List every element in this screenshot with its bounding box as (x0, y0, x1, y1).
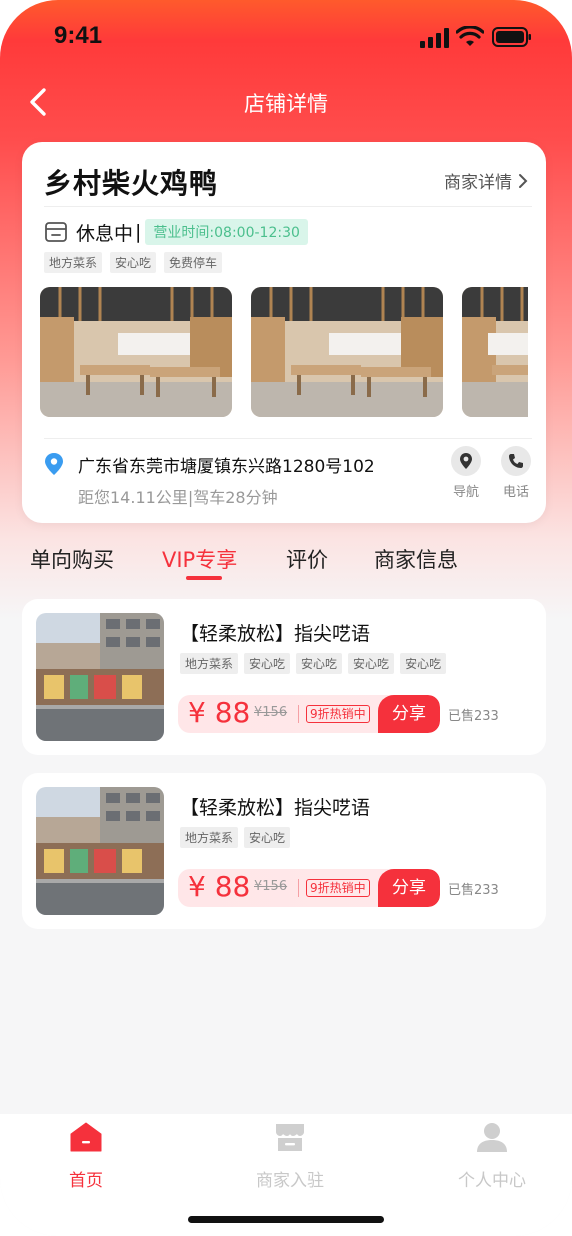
product-title: 【轻柔放松】指尖呓语 (180, 623, 371, 645)
product-tag: 地方菜系 (180, 653, 239, 674)
app-screen: 9:41 店铺详情 乡村柴火鸡鸭 商家详情 休息中 | 营业时间:08:00-1… (0, 0, 572, 1236)
sold-count: 已售233 (448, 883, 499, 898)
store-icon (45, 222, 67, 242)
product-title: 【轻柔放松】指尖呓语 (180, 797, 371, 819)
user-icon (477, 1123, 507, 1152)
sold-count: 已售233 (448, 709, 499, 724)
product-tag: 安心吃 (244, 827, 291, 848)
product-price: ¥ 88 (188, 870, 251, 903)
product-tag: 安心吃 (348, 653, 395, 674)
store-photo[interactable] (462, 287, 528, 417)
active-tab-indicator (186, 576, 222, 580)
phone-label: 电话 (502, 485, 529, 500)
price-separator (298, 705, 299, 723)
product-card[interactable]: 【轻柔放松】指尖呓语 地方菜系 安心吃 安心吃 安心吃 安心吃 ¥ 88 ¥15… (22, 599, 546, 755)
share-button[interactable]: 分享 (378, 869, 440, 907)
promo-badge: 9折热销中 (306, 879, 370, 897)
store-tag: 地方菜系 (44, 252, 103, 273)
nav-item-profile[interactable]: 个人中心 (432, 1120, 552, 1191)
navigation-pin-icon (460, 453, 472, 469)
store-tag: 免费停车 (164, 252, 223, 273)
store-status: 休息中 (76, 222, 134, 245)
phone-button[interactable]: 电话 (496, 446, 536, 500)
nav-item-home[interactable]: 首页 (26, 1120, 146, 1191)
navigate-button[interactable]: 导航 (446, 446, 486, 500)
chevron-right-icon (519, 173, 528, 188)
divider (44, 206, 532, 207)
distance: 距您14.11公里 (78, 488, 188, 507)
product-tags: 地方菜系 安心吃 安心吃 安心吃 安心吃 (180, 653, 447, 674)
home-icon (70, 1122, 102, 1152)
store-name: 乡村柴火鸡鸭 (44, 167, 219, 200)
nav-label-profile: 个人中心 (458, 1171, 526, 1191)
shop-icon (276, 1124, 304, 1151)
tab-merchant-info[interactable]: 商家信息 (374, 544, 458, 574)
store-status-row: 休息中 | 营业时间:08:00-12:30 (44, 218, 308, 246)
home-indicator (188, 1216, 384, 1223)
merchant-details-link[interactable]: 商家详情 (444, 168, 528, 193)
product-tag: 安心吃 (400, 653, 447, 674)
merchant-details-label: 商家详情 (444, 173, 512, 193)
product-image (36, 613, 164, 741)
navigate-label: 导航 (452, 485, 479, 500)
wifi-icon (456, 26, 484, 46)
original-price: ¥156 (254, 879, 288, 894)
distance-info: 距您14.11公里|驾车28分钟 (78, 484, 278, 508)
drive-time: 驾车28分钟 (193, 488, 278, 507)
divider (44, 438, 532, 439)
nav-item-merchant-join[interactable]: 商家入驻 (230, 1120, 350, 1191)
business-hours: 营业时间:08:00-12:30 (145, 219, 308, 245)
tab-bar: 单向购买 VIP专享 评价 商家信息 (0, 540, 572, 590)
product-price: ¥ 88 (188, 696, 251, 729)
original-price: ¥156 (254, 705, 288, 720)
store-photo[interactable] (40, 287, 232, 417)
store-tag: 安心吃 (110, 252, 157, 273)
product-tag: 地方菜系 (180, 827, 239, 848)
battery-icon (492, 27, 531, 47)
product-tag: 安心吃 (296, 653, 343, 674)
store-tags: 地方菜系 安心吃 免费停车 (44, 252, 223, 273)
status-bar: 9:41 (0, 0, 572, 70)
promo-badge: 9折热销中 (306, 705, 370, 723)
nav-bar: 店铺详情 (0, 70, 572, 134)
price-separator (298, 879, 299, 897)
tab-single-purchase[interactable]: 单向购买 (30, 544, 114, 574)
page-title: 店铺详情 (244, 92, 328, 116)
status-separator: | (135, 221, 142, 243)
location-pin-icon (45, 453, 63, 475)
tab-vip-exclusive[interactable]: VIP专享 (162, 544, 237, 574)
store-address: 广东省东莞市塘厦镇东兴路1280号102 (78, 457, 375, 477)
price-bar: ¥ 88 ¥156 9折热销中 分享 (178, 695, 440, 733)
product-image (36, 787, 164, 915)
phone-icon (509, 454, 523, 468)
status-time: 9:41 (54, 22, 103, 49)
price-bar: ¥ 88 ¥156 9折热销中 分享 (178, 869, 440, 907)
nav-label-merchant-join: 商家入驻 (256, 1171, 324, 1191)
product-tags: 地方菜系 安心吃 (180, 827, 291, 848)
product-tag: 安心吃 (244, 653, 291, 674)
store-card: 乡村柴火鸡鸭 商家详情 休息中 | 营业时间:08:00-12:30 地方菜系 … (22, 142, 546, 523)
nav-label-home: 首页 (69, 1171, 103, 1191)
signal-icon (420, 28, 449, 48)
product-card[interactable]: 【轻柔放松】指尖呓语 地方菜系 安心吃 ¥ 88 ¥156 9折热销中 分享 已… (22, 773, 546, 929)
store-photo-gallery[interactable] (40, 287, 528, 417)
store-photo[interactable] (251, 287, 443, 417)
tab-reviews[interactable]: 评价 (286, 544, 328, 574)
share-button[interactable]: 分享 (378, 695, 440, 733)
